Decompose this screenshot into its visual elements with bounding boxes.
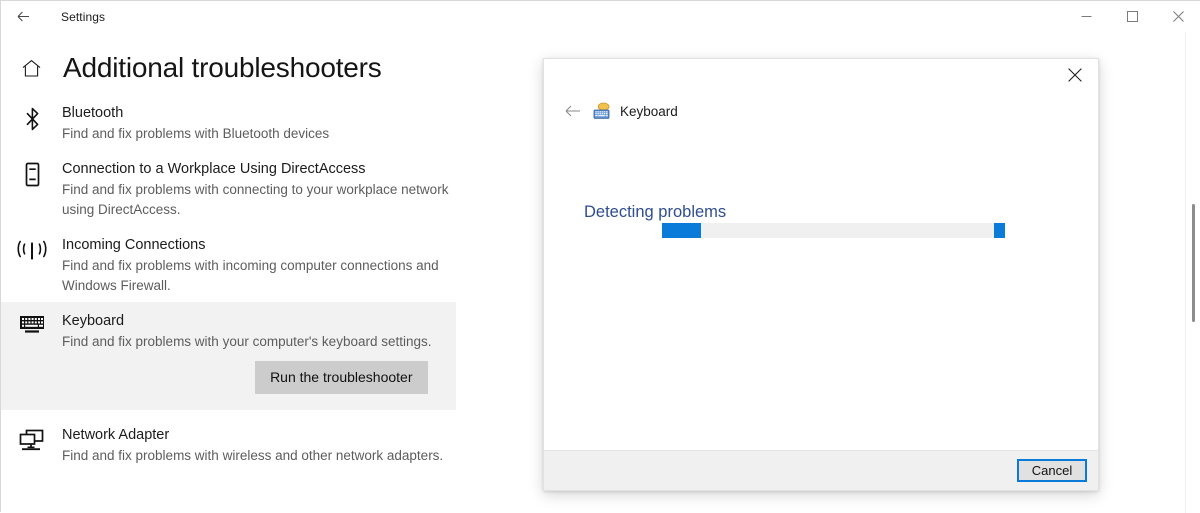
list-item-title: Keyboard [62, 313, 125, 329]
list-item-title: Bluetooth [62, 105, 124, 121]
progress-bar [662, 223, 1005, 238]
list-item-text: Connection to a Workplace Using DirectAc… [62, 160, 452, 220]
maximize-icon[interactable] [1109, 1, 1155, 32]
run-troubleshooter-button[interactable]: Run the troubleshooter [255, 361, 428, 394]
workplace-device-icon [17, 160, 47, 190]
dialog-footer: Cancel [544, 450, 1098, 490]
network-adapter-icon [17, 426, 47, 456]
keyboard-app-icon [592, 101, 612, 121]
list-item-description: Find and fix problems with your computer… [62, 334, 432, 349]
list-item-description: Find and fix problems with incoming comp… [62, 258, 439, 293]
settings-window: Settings Additional troubleshooters Blue… [0, 0, 1200, 513]
progress-bar-fill [662, 223, 701, 238]
list-item-title: Incoming Connections [62, 237, 206, 253]
list-item-description: Find and fix problems with Bluetooth dev… [62, 126, 330, 141]
page-header: Additional troubleshooters [17, 52, 382, 84]
minimize-icon[interactable] [1063, 1, 1109, 32]
window-controls [1063, 1, 1200, 32]
list-item-text: Bluetooth Find and fix problems with Blu… [62, 104, 329, 144]
list-item-bluetooth[interactable]: Bluetooth Find and fix problems with Blu… [1, 104, 471, 144]
list-item-title: Network Adapter [62, 427, 170, 443]
troubleshooter-list: Bluetooth Find and fix problems with Blu… [1, 104, 471, 482]
detection-status-text: Detecting problems [584, 203, 727, 221]
list-item-description: Find and fix problems with wireless and … [62, 448, 444, 463]
dialog-app-title: Keyboard [620, 103, 678, 119]
troubleshooter-dialog: Keyboard Detecting problems Cancel [543, 58, 1099, 491]
list-item-keyboard[interactable]: Keyboard Find and fix problems with your… [1, 302, 456, 410]
bluetooth-icon [17, 104, 47, 134]
close-icon[interactable] [1155, 1, 1200, 32]
list-item-action-row: Run the troubleshooter [62, 352, 432, 398]
list-item-text: Keyboard Find and fix problems with your… [62, 312, 432, 398]
home-icon[interactable] [17, 54, 45, 82]
list-item-network-adapter[interactable]: Network Adapter Find and fix problems wi… [1, 426, 471, 466]
dialog-nav: Keyboard [558, 99, 678, 123]
keyboard-icon [17, 312, 47, 342]
list-item-incoming-connections[interactable]: Incoming Connections Find and fix proble… [1, 236, 471, 296]
list-item-text: Network Adapter Find and fix problems wi… [62, 426, 443, 466]
title-bar: Settings [1, 1, 1200, 32]
list-item-title: Connection to a Workplace Using DirectAc… [62, 161, 366, 177]
list-item-directaccess[interactable]: Connection to a Workplace Using DirectAc… [1, 160, 471, 220]
window-title: Settings [61, 9, 106, 24]
back-arrow-icon[interactable] [558, 99, 588, 123]
progress-bar-trail-block [994, 223, 1005, 238]
incoming-connections-icon [17, 236, 47, 266]
scrollbar-thumb[interactable] [1192, 204, 1195, 322]
list-item-description: Find and fix problems with connecting to… [62, 182, 449, 217]
close-icon[interactable] [1052, 59, 1098, 91]
list-item-text: Incoming Connections Find and fix proble… [62, 236, 452, 296]
back-arrow-icon[interactable] [1, 1, 45, 32]
page-title: Additional troubleshooters [63, 52, 382, 83]
content-scrollbar[interactable] [1185, 32, 1200, 513]
cancel-button[interactable]: Cancel [1017, 459, 1087, 482]
